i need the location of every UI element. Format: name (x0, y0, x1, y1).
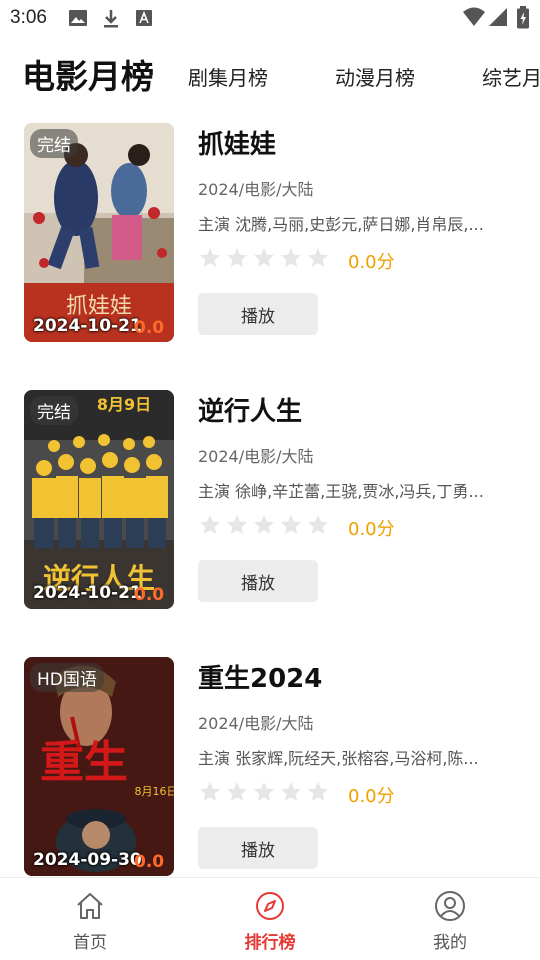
signal-icon (488, 6, 508, 32)
star-icon (308, 248, 328, 267)
star-icon (281, 515, 301, 534)
svg-text:8月16日: 8月16日 (135, 785, 175, 798)
nav-label: 排行榜 (244, 933, 296, 953)
poster-score: 0.0 (134, 318, 165, 338)
profile-icon (435, 891, 465, 921)
rating-score: 0.0分 (348, 519, 395, 540)
star-icon (281, 248, 301, 267)
star-icon (281, 782, 301, 801)
status-badge: 完结 (30, 129, 78, 158)
svg-text:8月9日: 8月9日 (97, 395, 151, 414)
list-item[interactable]: 重生 8月16日 HD国语 2024-09-30 0.0 重生2024 2024… (0, 646, 540, 876)
star-icon (227, 248, 247, 267)
tab-series-monthly[interactable]: 剧集月榜 (188, 62, 268, 91)
list-item[interactable]: 8月9日 逆行人生 完结 2024-10-21 0.0 逆行人生 2024/电影… (0, 379, 540, 609)
rating-stars (198, 513, 333, 541)
star-icon (200, 782, 220, 801)
movie-meta: 2024/电影/大陆 (198, 447, 314, 466)
movie-title[interactable]: 重生2024 (198, 658, 322, 695)
movie-meta: 2024/电影/大陆 (198, 714, 314, 733)
star-icon (254, 782, 274, 801)
wifi-icon (462, 6, 486, 32)
list-item[interactable]: 抓娃娃 完结 2024-10-21 0.0 抓娃娃 2024/电影/大陆 主演 … (0, 112, 540, 342)
tab-movie-monthly[interactable]: 电影月榜 (22, 50, 154, 98)
movie-cast: 主演 张家辉,阮经天,张榕容,马浴柯,陈... (198, 749, 479, 768)
rating-score: 0.0分 (348, 252, 395, 273)
poster-score: 0.0 (134, 585, 165, 605)
bottom-nav: 首页 排行榜 我的 (0, 877, 540, 960)
poster-date: 2024-09-30 (33, 850, 142, 870)
rating-stars (198, 246, 333, 274)
home-icon (77, 893, 103, 919)
star-icon (227, 515, 247, 534)
movie-title[interactable]: 抓娃娃 (198, 124, 276, 161)
nav-ranking[interactable]: 排行榜 (180, 878, 360, 960)
star-icon (227, 782, 247, 801)
nav-profile[interactable]: 我的 (360, 878, 540, 960)
tab-anime-monthly[interactable]: 动漫月榜 (335, 62, 415, 91)
compass-icon (256, 892, 284, 920)
poster-image[interactable]: 抓娃娃 完结 2024-10-21 0.0 (24, 123, 174, 342)
star-icon (308, 515, 328, 534)
download-icon (102, 9, 120, 33)
star-icon (254, 248, 274, 267)
poster-image[interactable]: 8月9日 逆行人生 完结 2024-10-21 0.0 (24, 390, 174, 609)
movie-cast: 主演 徐峥,辛芷蕾,王骁,贾冰,冯兵,丁勇... (198, 482, 484, 501)
font-icon (135, 9, 153, 31)
poster-score: 0.0 (134, 852, 165, 872)
image-icon (68, 9, 88, 31)
battery-icon (516, 6, 530, 34)
movie-cast: 主演 沈腾,马丽,史彭元,萨日娜,肖帛辰,... (198, 215, 484, 234)
star-icon (200, 515, 220, 534)
star-icon (254, 515, 274, 534)
play-button[interactable]: 播放 (198, 293, 318, 335)
status-bar: 3:06 (0, 0, 540, 36)
nav-label: 首页 (73, 933, 107, 953)
status-badge: 完结 (30, 396, 78, 425)
svg-text:重生: 重生 (40, 737, 128, 788)
star-icon (200, 248, 220, 267)
movie-meta: 2024/电影/大陆 (198, 180, 314, 199)
play-button[interactable]: 播放 (198, 827, 318, 869)
movie-title[interactable]: 逆行人生 (198, 391, 302, 428)
rating-stars (198, 780, 333, 808)
tab-variety-monthly[interactable]: 综艺月榜 (482, 62, 540, 91)
star-icon (308, 782, 328, 801)
nav-label: 我的 (433, 933, 467, 953)
rating-score: 0.0分 (348, 786, 395, 807)
status-badge: HD国语 (30, 663, 104, 692)
poster-image[interactable]: 重生 8月16日 HD国语 2024-09-30 0.0 (24, 657, 174, 876)
poster-date: 2024-10-21 (33, 316, 142, 336)
poster-date: 2024-10-21 (33, 583, 142, 603)
nav-home[interactable]: 首页 (0, 878, 180, 960)
chart-tabs: 电影月榜 剧集月榜 动漫月榜 综艺月榜 (0, 48, 540, 98)
play-button[interactable]: 播放 (198, 560, 318, 602)
status-time: 3:06 (10, 7, 47, 28)
